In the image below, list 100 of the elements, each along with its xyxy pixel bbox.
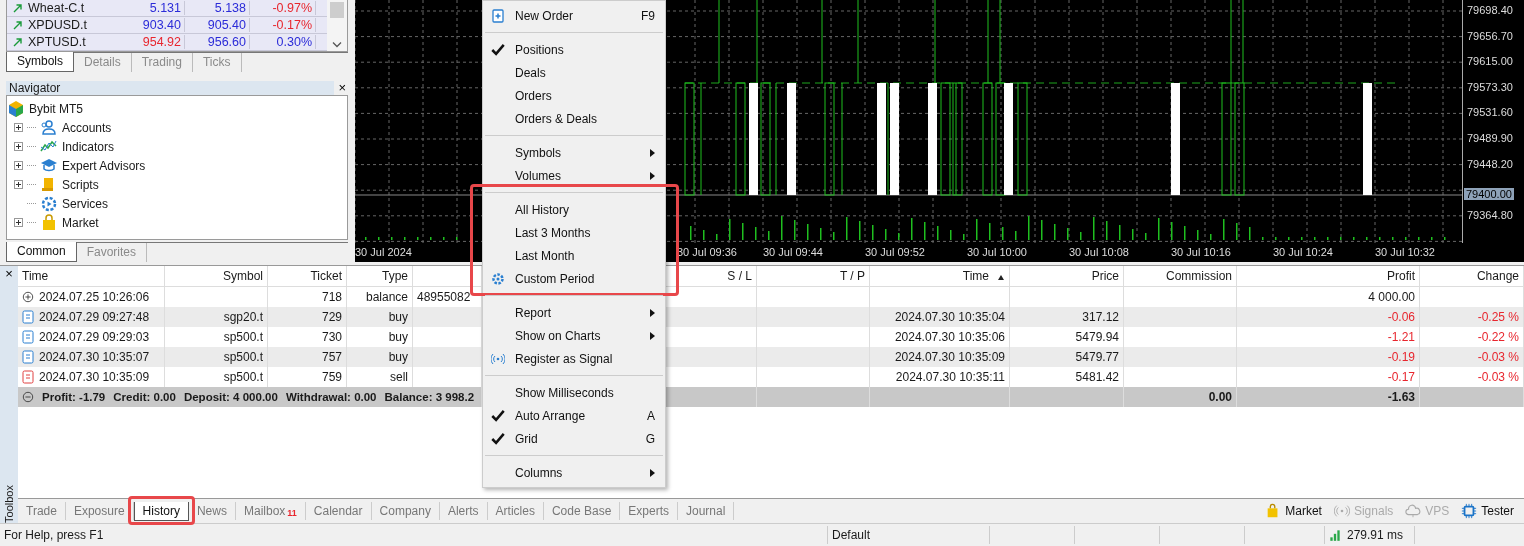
menu-item[interactable]: Orders [485,84,663,107]
tree-item[interactable]: Services [62,196,108,211]
bid-price: 954.92 [117,35,185,49]
tree-item[interactable]: Bybit MT5 [29,101,83,116]
radio-waves-icon [1333,503,1350,519]
time-label: 30 Jul 09:44 [763,246,823,258]
menu-item[interactable]: Auto Arrange A [485,404,663,427]
ask-price: 905.40 [185,18,250,32]
toolbar-button[interactable]: Tester [1461,503,1514,519]
menu-item[interactable]: All History [485,198,663,221]
table-cell: sp500.t [165,347,268,367]
tab[interactable]: Articles [487,502,544,520]
tab[interactable]: Experts [620,502,678,520]
close-button[interactable]: × [1,266,17,281]
tab[interactable]: History [133,501,189,521]
column-header[interactable]: Price [1010,266,1124,286]
tab[interactable]: Alerts [439,502,488,520]
time-label: 30 Jul 10:16 [1171,246,1231,258]
scrollbar[interactable] [327,0,347,51]
tab[interactable]: Calendar [305,502,372,520]
tree-item[interactable]: Accounts [62,120,112,135]
document-icon [22,370,34,384]
radio-waves-icon [491,351,505,366]
cube-logo-icon [7,99,25,118]
menu-item[interactable]: Last Month [485,244,663,267]
tab[interactable]: Common [6,242,77,262]
gear-icon [491,271,505,286]
shopping-bag-icon [40,213,58,232]
tree-item[interactable]: Scripts [62,177,99,192]
tab[interactable]: Trade [18,502,66,520]
summary-value: Profit: -1.79 [42,390,106,405]
price-label: 79615.00 [1467,55,1513,68]
menu-item[interactable]: Grid G [485,427,663,450]
column-header[interactable]: Ticket [268,266,347,286]
expand-icon [14,123,23,133]
menu-item[interactable]: Columns [485,461,663,484]
column-header[interactable]: T / P [757,266,870,286]
table-cell: -0.06 [1237,307,1420,327]
table-cell: 2024.07.30 10:35:04 [870,307,1010,327]
tab[interactable]: Code Base [543,502,621,520]
chip-icon [1461,503,1478,519]
expand-icon [14,180,23,190]
tab[interactable]: News [188,502,236,520]
symbol-name[interactable]: XPDUSD.t [28,18,88,32]
tab[interactable]: Company [371,502,440,520]
menu-item[interactable]: Show on Charts [485,324,663,347]
tab[interactable]: Mailbox 11 [235,502,306,520]
time-label: 30 Jul 2024 [355,246,412,258]
menu-item[interactable]: New Order F9 [485,4,663,27]
close-button[interactable]: × [334,80,350,96]
table-cell: 729 [268,307,347,327]
table-cell: buy [347,307,413,327]
signal-bars-icon [1329,528,1341,542]
summary-value: Credit: 0.00 [113,390,176,405]
tab[interactable]: Journal [678,502,735,520]
column-header[interactable]: Change [1420,266,1524,286]
column-header[interactable]: Profit [1237,266,1420,286]
minus-circle-icon [22,390,34,404]
expand-icon [14,161,23,171]
menu-item[interactable]: Custom Period [485,267,663,290]
menu-item[interactable]: Symbols [485,141,663,164]
menu-item[interactable]: Volumes [485,164,663,187]
column-header[interactable]: Time [18,266,165,286]
time-label: 30 Jul 10:24 [1273,246,1333,258]
menu-item[interactable]: Orders & Deals [485,107,663,130]
change-percent: -0.97% [250,1,316,15]
menu-item[interactable]: Positions [485,38,663,61]
table-cell: 317.12 [1010,307,1124,327]
symbol-name[interactable]: Wheat-C.t [28,1,85,15]
table-cell: sgp20.t [165,307,268,327]
column-header[interactable]: Type [347,266,413,286]
symbol-name[interactable]: XPTUSD.t [28,35,86,49]
table-cell: 2024.07.30 10:35:09 [870,347,1010,367]
time-label: 30 Jul 10:32 [1375,246,1435,258]
column-header[interactable]: Time [870,266,1010,286]
menu-item[interactable]: Deals [485,61,663,84]
time-label: 30 Jul 09:52 [865,246,925,258]
change-percent: 0.30% [250,35,316,49]
table-cell: 5479.77 [1010,347,1124,367]
column-header[interactable]: Commission [1124,266,1237,286]
column-header[interactable]: Symbol [165,266,268,286]
status-text: Default [832,528,871,542]
count-label: 11 [287,508,297,518]
expand-icon [14,218,23,228]
menu-item[interactable]: Last 3 Months [485,221,663,244]
menu-item[interactable]: Show Milliseconds [485,381,663,404]
tree-item[interactable]: Indicators [62,139,115,154]
up-arrow-icon [13,3,23,13]
tree-item[interactable]: Expert Advisors [62,158,146,173]
change-percent: -0.17% [250,18,316,32]
document-icon [22,350,34,364]
price-label: 79364.80 [1467,208,1513,221]
tab[interactable]: Exposure [65,502,134,520]
chevron-down-icon [332,41,342,49]
summary-value: -1.63 [1237,387,1420,407]
summary-value: Balance: 3 998.2 [384,390,475,405]
tree-item[interactable]: Market [62,215,99,230]
tab[interactable]: Symbols [6,52,74,73]
toolbar-button[interactable]: Market [1265,503,1322,519]
menu-item[interactable]: Register as Signal [485,347,663,370]
